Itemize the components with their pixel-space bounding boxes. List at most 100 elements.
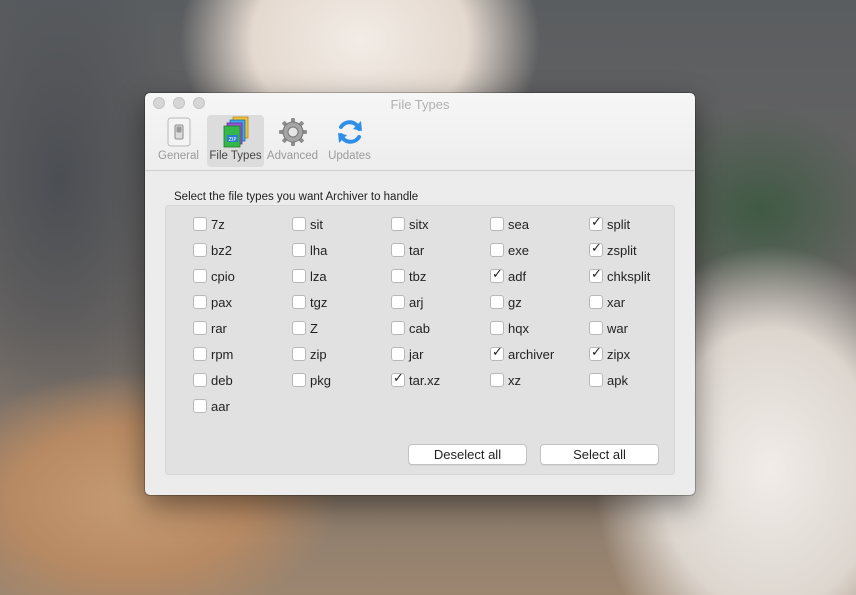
checkbox-box[interactable] xyxy=(292,347,306,361)
checkbox-rpm[interactable]: rpm xyxy=(193,346,233,362)
checkbox-box[interactable] xyxy=(193,295,207,309)
gear-icon xyxy=(277,116,309,148)
checkbox-box[interactable] xyxy=(391,321,405,335)
checkbox-box[interactable] xyxy=(292,373,306,387)
checkbox-box[interactable] xyxy=(193,347,207,361)
checkbox-sit[interactable]: sit xyxy=(292,216,323,232)
instruction-text: Select the file types you want Archiver … xyxy=(174,191,419,203)
checkbox-sitx[interactable]: sitx xyxy=(391,216,429,232)
checkbox-box[interactable] xyxy=(490,295,504,309)
checkbox-lha[interactable]: lha xyxy=(292,242,327,258)
checkbox-label: tar xyxy=(409,242,425,258)
checkbox-box[interactable] xyxy=(292,269,306,283)
deselect-all-button[interactable]: Deselect all xyxy=(408,444,527,465)
checkbox-box[interactable] xyxy=(292,295,306,309)
checkbox-box[interactable] xyxy=(391,269,405,283)
checkbox-box[interactable] xyxy=(193,269,207,283)
checkbox-label: tar.xz xyxy=(409,372,441,388)
checkbox-deb[interactable]: deb xyxy=(193,372,233,388)
checkbox-pkg[interactable]: pkg xyxy=(292,372,331,388)
checkbox-label: deb xyxy=(211,372,233,388)
checkbox-label: split xyxy=(607,216,631,232)
checkbox-hqx[interactable]: hqx xyxy=(490,320,529,336)
tab-general-label: General xyxy=(158,150,199,162)
checkbox-label: zsplit xyxy=(607,242,637,258)
checkbox-7z[interactable]: 7z xyxy=(193,216,225,232)
checkbox-label: jar xyxy=(409,346,424,362)
select-all-button[interactable]: Select all xyxy=(540,444,659,465)
checkbox-rar[interactable]: rar xyxy=(193,320,227,336)
checkbox-zsplit[interactable]: zsplit xyxy=(589,241,637,258)
checkbox-pax[interactable]: pax xyxy=(193,294,232,310)
checkbox-bz2[interactable]: bz2 xyxy=(193,242,232,258)
checkbox-xar[interactable]: xar xyxy=(589,294,625,310)
checkbox-box[interactable] xyxy=(589,241,603,257)
checkbox-box[interactable] xyxy=(391,295,405,309)
checkbox-label: rar xyxy=(211,320,227,336)
checkbox-tgz[interactable]: tgz xyxy=(292,294,327,310)
checkbox-box[interactable] xyxy=(490,217,504,231)
checkbox-tbz[interactable]: tbz xyxy=(391,268,426,284)
tab-file-types[interactable]: ZIP File Types xyxy=(207,115,264,167)
checkbox-label: cab xyxy=(409,320,430,336)
checkbox-label: Z xyxy=(310,320,318,336)
checkbox-label: aar xyxy=(211,398,230,414)
checkbox-jar[interactable]: jar xyxy=(391,346,423,362)
checkbox-box[interactable] xyxy=(589,373,603,387)
checkbox-box[interactable] xyxy=(391,217,405,231)
checkbox-Z[interactable]: Z xyxy=(292,320,318,336)
checkbox-box[interactable] xyxy=(490,267,504,283)
checkbox-adf[interactable]: adf xyxy=(490,267,526,284)
checkbox-box[interactable] xyxy=(193,243,207,257)
checkbox-archiver[interactable]: archiver xyxy=(490,345,554,362)
checkbox-arj[interactable]: arj xyxy=(391,294,423,310)
checkbox-label: xz xyxy=(508,372,521,388)
preferences-window: File Types General ZIP File Types Advanc… xyxy=(145,93,695,495)
checkbox-lza[interactable]: lza xyxy=(292,268,327,284)
checkbox-box[interactable] xyxy=(589,321,603,335)
checkbox-box[interactable] xyxy=(490,345,504,361)
checkbox-box[interactable] xyxy=(391,347,405,361)
checkbox-box[interactable] xyxy=(391,371,405,387)
checkbox-box[interactable] xyxy=(292,243,306,257)
checkbox-box[interactable] xyxy=(490,243,504,257)
checkbox-box[interactable] xyxy=(490,373,504,387)
checkbox-box[interactable] xyxy=(292,217,306,231)
checkbox-box[interactable] xyxy=(193,321,207,335)
checkbox-apk[interactable]: apk xyxy=(589,372,628,388)
tab-file-types-label: File Types xyxy=(209,150,262,162)
title-bar: File Types General ZIP File Types Advanc… xyxy=(145,93,695,171)
checkbox-box[interactable] xyxy=(193,373,207,387)
checkbox-label: bz2 xyxy=(211,242,232,258)
tab-advanced[interactable]: Advanced xyxy=(264,115,321,167)
checkbox-label: tbz xyxy=(409,268,427,284)
checkbox-tar[interactable]: tar xyxy=(391,242,424,258)
checkbox-aar[interactable]: aar xyxy=(193,398,230,414)
checkbox-gz[interactable]: gz xyxy=(490,294,522,310)
checkbox-sea[interactable]: sea xyxy=(490,216,529,232)
checkbox-war[interactable]: war xyxy=(589,320,628,336)
checkbox-tar-xz[interactable]: tar.xz xyxy=(391,371,441,388)
checkbox-zip[interactable]: zip xyxy=(292,346,327,362)
checkbox-split[interactable]: split xyxy=(589,215,631,232)
checkbox-exe[interactable]: exe xyxy=(490,242,529,258)
checkbox-cab[interactable]: cab xyxy=(391,320,430,336)
checkbox-box[interactable] xyxy=(490,321,504,335)
checkbox-label: xar xyxy=(607,294,626,310)
checkbox-box[interactable] xyxy=(292,321,306,335)
checkbox-cpio[interactable]: cpio xyxy=(193,268,235,284)
tab-general[interactable]: General xyxy=(150,115,207,167)
checkbox-box[interactable] xyxy=(391,243,405,257)
checkbox-zipx[interactable]: zipx xyxy=(589,345,630,362)
checkbox-chksplit[interactable]: chksplit xyxy=(589,267,650,284)
file-types-group: 7z bz2 cpio pax rar rpm deb aar sit lha … xyxy=(165,205,675,475)
checkbox-box[interactable] xyxy=(589,345,603,361)
checkbox-box[interactable] xyxy=(589,215,603,231)
checkbox-box[interactable] xyxy=(589,267,603,283)
checkbox-label: pkg xyxy=(310,372,331,388)
tab-updates[interactable]: Updates xyxy=(321,115,378,167)
checkbox-box[interactable] xyxy=(193,399,207,413)
checkbox-box[interactable] xyxy=(193,217,207,231)
checkbox-box[interactable] xyxy=(589,295,603,309)
checkbox-xz[interactable]: xz xyxy=(490,372,521,388)
